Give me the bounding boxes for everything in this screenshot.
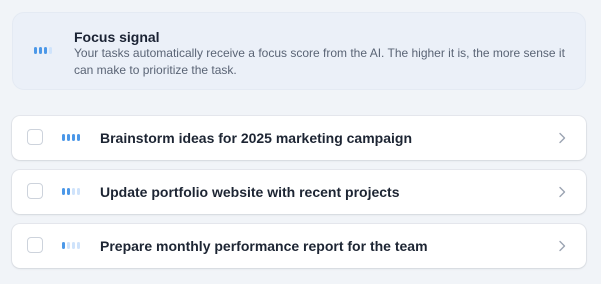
checkbox-icon[interactable]: [27, 183, 43, 199]
signal-bar: [67, 188, 70, 195]
signal-bar: [72, 242, 75, 249]
signal-bar: [39, 47, 42, 54]
info-description: Your tasks automatically receive a focus…: [74, 46, 565, 77]
signal-bar: [77, 134, 80, 141]
task-title: Prepare monthly performance report for t…: [100, 238, 428, 254]
signal-bar: [44, 47, 47, 54]
signal-bar: [77, 188, 80, 195]
task-row[interactable]: Brainstorm ideas for 2025 marketing camp…: [12, 116, 586, 160]
checkbox-icon[interactable]: [27, 237, 43, 253]
signal-bar: [49, 47, 52, 54]
signal-bar: [67, 242, 70, 249]
signal-bar: [34, 47, 37, 54]
signal-bar: [62, 134, 65, 141]
task-row[interactable]: Prepare monthly performance report for t…: [12, 224, 586, 268]
signal-bar: [77, 242, 80, 249]
signal-bars-icon: [34, 47, 52, 54]
signal-bars-icon: [62, 134, 80, 141]
signal-bars-icon: [62, 188, 80, 195]
chevron-right-icon[interactable]: [558, 240, 566, 252]
signal-bar: [62, 188, 65, 195]
chevron-right-icon[interactable]: [558, 132, 566, 144]
chevron-right-icon[interactable]: [558, 186, 566, 198]
signal-bar: [72, 134, 75, 141]
signal-bars-icon: [62, 242, 80, 249]
signal-bar: [62, 242, 65, 249]
signal-bar: [67, 134, 70, 141]
focus-signal-info-card: Focus signal Your tasks automatically re…: [12, 12, 586, 90]
task-title: Update portfolio website with recent pro…: [100, 184, 400, 200]
signal-bar: [72, 188, 75, 195]
task-row[interactable]: Update portfolio website with recent pro…: [12, 170, 586, 214]
info-title: Focus signal: [74, 29, 160, 45]
task-title: Brainstorm ideas for 2025 marketing camp…: [100, 130, 412, 146]
checkbox-icon[interactable]: [27, 129, 43, 145]
